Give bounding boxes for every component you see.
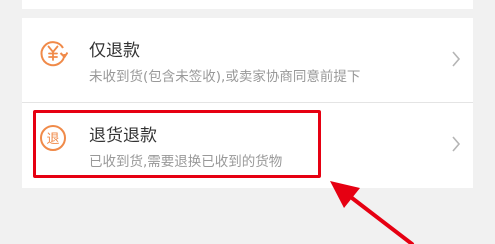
refund-only-title: 仅退款 <box>89 41 140 61</box>
chevron-right-icon <box>452 51 461 67</box>
previous-card <box>22 0 473 9</box>
chevron-right-icon <box>452 136 461 152</box>
annotation-highlight-box <box>33 110 321 178</box>
refund-only-option[interactable]: 仅退款 未收到货(包含未签收),或卖家协商同意前提下 <box>22 18 473 102</box>
refund-only-description: 未收到货(包含未签收),或卖家协商同意前提下 <box>89 69 361 85</box>
yen-refund-icon <box>40 41 68 67</box>
